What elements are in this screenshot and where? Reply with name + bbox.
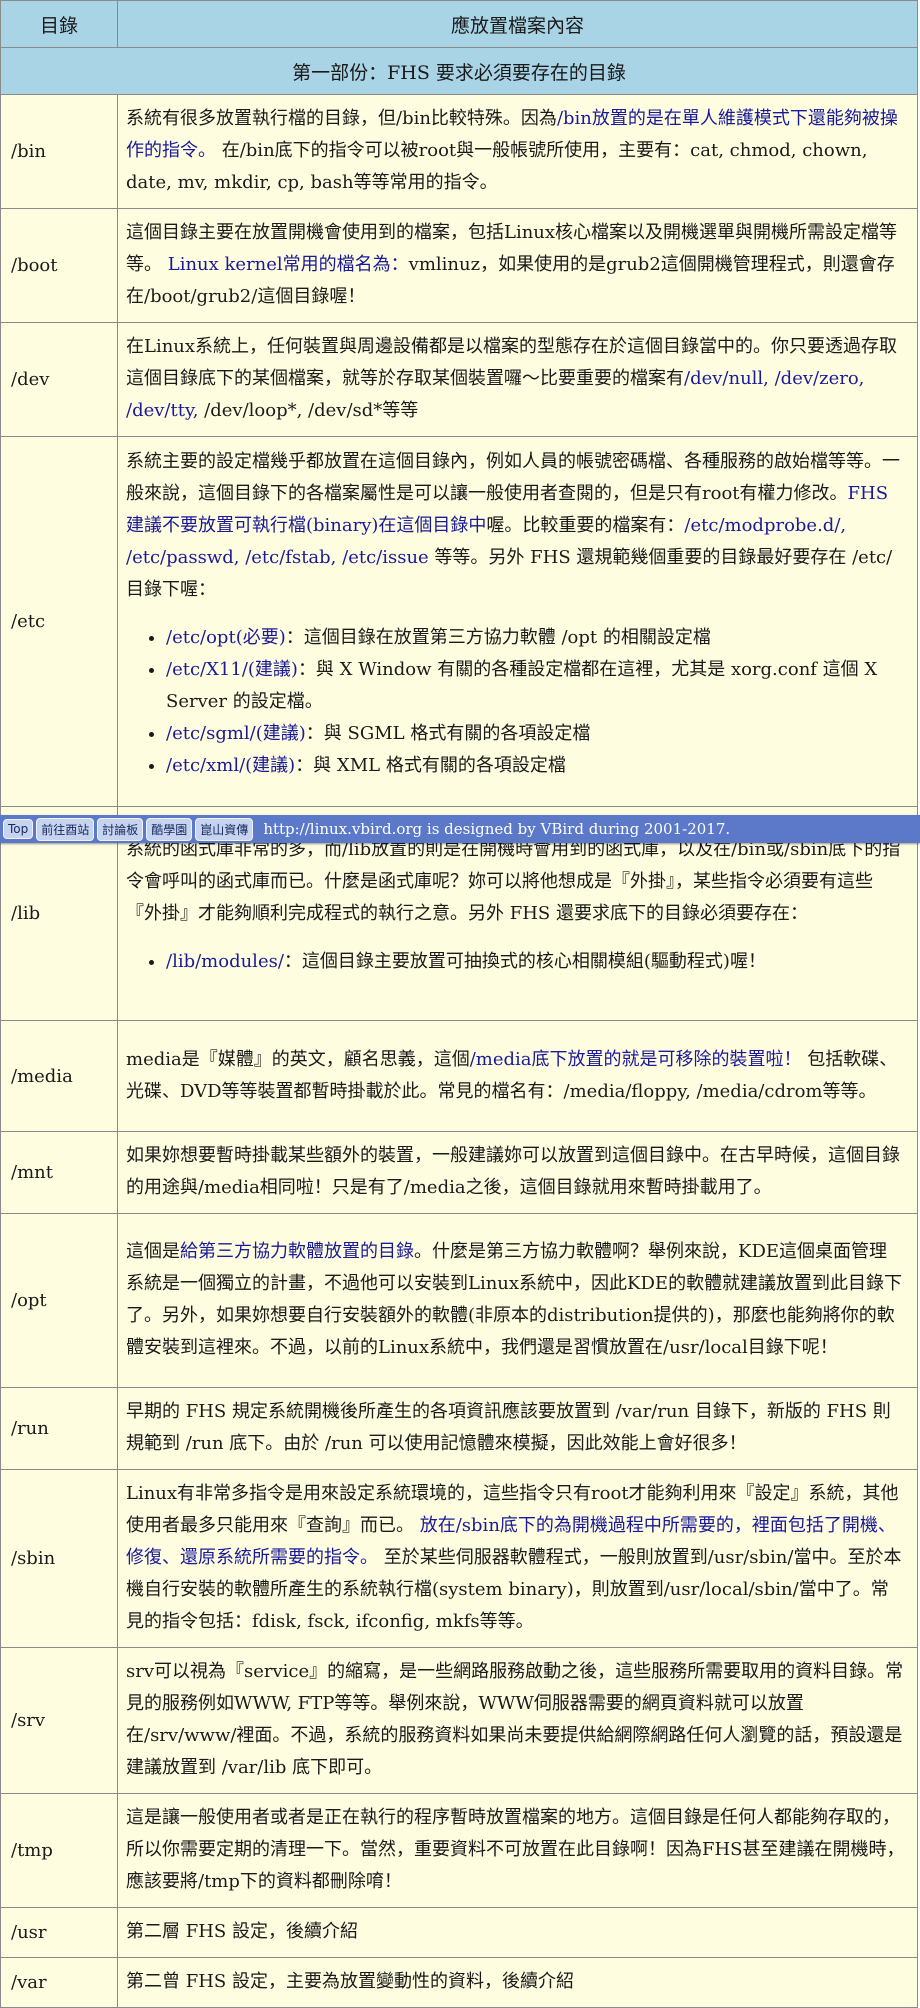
subdirectory-description: ：與 SGML 格式有關的各項設定檔 — [305, 723, 591, 744]
table-header-row: 目錄 應放置檔案內容 — [0, 0, 918, 48]
directory-description: 第二曾 FHS 設定，主要為放置變動性的資料，後續介紹 — [117, 1957, 918, 2008]
directory-name: /run — [0, 1387, 118, 1470]
description-text: 系統有很多放置執行檔的目錄，但/bin比較特殊。因為 — [126, 108, 557, 129]
directory-description: 系統主要的設定檔幾乎都放置在這個目錄內，例如人員的帳號密碼檔、各種服務的啟始檔等… — [117, 436, 918, 807]
description-text: 早期的 FHS 規定系統開機後所產生的各項資訊應該要放置到 /var/run 目… — [126, 1401, 891, 1454]
description-text: 喔。比較重要的檔案有： — [486, 515, 685, 536]
table-row: /bin 系統有很多放置執行檔的目錄，但/bin比較特殊。因為/bin放置的是在單… — [0, 94, 918, 209]
section-title-row: 第一部份：FHS 要求必須要存在的目錄 — [0, 47, 918, 95]
directory-name: /mnt — [0, 1131, 118, 1214]
directory-description: 早期的 FHS 規定系統開機後所產生的各項資訊應該要放置到 /var/run 目… — [117, 1387, 918, 1470]
directory-description: 如果妳想要暫時掛載某些額外的裝置，一般建議妳可以放置到這個目錄中。在古早時候，這… — [117, 1131, 918, 1214]
nav-button-top[interactable]: Top — [3, 819, 34, 839]
site-navbar: Top 前往酉站 討論板 酷學園 崑山資傳 http://linux.vbird… — [0, 815, 920, 843]
description-text: 這是讓一般使用者或者是正在執行的程序暫時放置檔案的地方。這個目錄是任何人都能夠存… — [126, 1807, 905, 1892]
description-paragraph: 這個是給第三方協力軟體放置的目錄。什麼是第三方協力軟體啊？舉例來說，KDE這個桌… — [126, 1236, 905, 1364]
list-item: /etc/xml/(建議)：與 XML 格式有關的各項設定檔 — [166, 750, 905, 782]
table-row: /opt 這個是給第三方協力軟體放置的目錄。什麼是第三方協力軟體啊？舉例來說，KD… — [0, 1213, 918, 1388]
directory-name: /opt — [0, 1213, 118, 1388]
description-paragraph: 第二曾 FHS 設定，主要為放置變動性的資料，後續介紹 — [126, 1966, 905, 1998]
subdirectory-path: /etc/X11/(建議) — [166, 659, 298, 680]
subdirectory-description: ：與 XML 格式有關的各項設定檔 — [295, 755, 566, 776]
directory-name: /sbin — [0, 1469, 118, 1648]
nav-button-homepage[interactable]: 前往酉站 — [36, 817, 95, 841]
directory-description: 第二層 FHS 設定，後續介紹 — [117, 1907, 918, 1958]
table-row: /tmp 這是讓一般使用者或者是正在執行的程序暫時放置檔案的地方。這個目錄是任何人… — [0, 1793, 918, 1908]
subdirectory-path: /etc/sgml/(建議) — [166, 723, 306, 744]
directory-name: /srv — [0, 1647, 118, 1794]
description-text: media是『媒體』的英文，顧名思義，這個 — [126, 1048, 470, 1070]
description-paragraph: 系統主要的設定檔幾乎都放置在這個目錄內，例如人員的帳號密碼檔、各種服務的啟始檔等… — [126, 446, 905, 606]
subdirectory-path: /etc/xml/(建議) — [166, 755, 296, 776]
directory-description: media是『媒體』的英文，顧名思義，這個/media底下放置的就是可移除的裝置… — [117, 1020, 918, 1132]
description-text: 如果妳想要暫時掛載某些額外的裝置，一般建議妳可以放置到這個目錄中。在古早時候，這… — [126, 1145, 900, 1198]
table-row: /mnt 如果妳想要暫時掛載某些額外的裝置，一般建議妳可以放置到這個目錄中。在古早… — [0, 1131, 918, 1214]
table-row: /sbin Linux有非常多指令是用來設定系統環境的，這些指令只有root才能夠… — [0, 1469, 918, 1648]
list-item: /lib/modules/：這個目錄主要放置可抽換式的核心相關模組(驅動程式)喔… — [166, 946, 905, 978]
table-row: /srv srv可以視為『service』的縮寫，是一些網路服務啟動之後，這些服務… — [0, 1647, 918, 1794]
directory-name: /etc — [0, 436, 118, 807]
column-header-directory: 目錄 — [0, 0, 118, 48]
table-row: /usr 第二層 FHS 設定，後續介紹 — [0, 1907, 918, 1958]
directory-description: 這是讓一般使用者或者是正在執行的程序暫時放置檔案的地方。這個目錄是任何人都能夠存… — [117, 1793, 918, 1908]
table-row: /run 早期的 FHS 規定系統開機後所產生的各項資訊應該要放置到 /var/r… — [0, 1387, 918, 1470]
directory-description: 系統有很多放置執行檔的目錄，但/bin比較特殊。因為/bin放置的是在單人維護模… — [117, 94, 918, 209]
nav-button-forum[interactable]: 討論板 — [97, 817, 144, 841]
directory-description: 這個目錄主要在放置開機會使用到的檔案，包括Linux核心檔案以及開機選單與開機所… — [117, 208, 918, 323]
description-text: 第二層 FHS 設定，後續介紹 — [126, 1921, 358, 1942]
list-item: /etc/X11/(建議)：與 X Window 有關的各種設定檔都在這裡，尤其… — [166, 654, 905, 718]
list-item: /etc/opt(必要)：這個目錄在放置第三方協力軟體 /opt 的相關設定檔 — [166, 622, 905, 654]
subdirectory-description: ：這個目錄主要放置可抽換式的核心相關模組(驅動程式)喔！ — [283, 951, 766, 972]
description-paragraph: 早期的 FHS 規定系統開機後所產生的各項資訊應該要放置到 /var/run 目… — [126, 1396, 905, 1460]
fhs-directory-table: 目錄 應放置檔案內容 第一部份：FHS 要求必須要存在的目錄 /bin 系統有很多… — [0, 0, 918, 2008]
description-text: srv可以視為『service』的縮寫，是一些網路服務啟動之後，這些服務所需要取… — [126, 1661, 904, 1778]
description-paragraph: 系統的函式庫非常的多，而/lib放置的則是在開機時會用到的函式庫，以及在/bin… — [126, 834, 905, 930]
description-paragraph: Linux有非常多指令是用來設定系統環境的，這些指令只有root才能夠利用來『設… — [126, 1478, 905, 1638]
description-paragraph: media是『媒體』的英文，顧名思義，這個/media底下放置的就是可移除的裝置… — [126, 1044, 905, 1108]
description-text: 系統主要的設定檔幾乎都放置在這個目錄內，例如人員的帳號密碼檔、各種服務的啟始檔等… — [126, 451, 900, 504]
table-row: /media media是『媒體』的英文，顧名思義，這個/media底下放置的就是… — [0, 1020, 918, 1132]
subdirectory-path: /lib/modules/ — [166, 951, 284, 972]
description-paragraph: 第二層 FHS 設定，後續介紹 — [126, 1916, 905, 1948]
highlighted-text: 給第三方協力軟體放置的目錄 — [180, 1241, 414, 1262]
list-item: /etc/sgml/(建議)：與 SGML 格式有關的各項設定檔 — [166, 718, 905, 750]
table-row: /dev 在Linux系統上，任何裝置與周邊設備都是以檔案的型態存在於這個目錄當中… — [0, 322, 918, 437]
directory-description: 在Linux系統上，任何裝置與周邊設備都是以檔案的型態存在於這個目錄當中的。你只… — [117, 322, 918, 437]
directory-name: /media — [0, 1020, 118, 1132]
table-row: /etc 系統主要的設定檔幾乎都放置在這個目錄內，例如人員的帳號密碼檔、各種服務的… — [0, 436, 918, 807]
description-text: 第二曾 FHS 設定，主要為放置變動性的資料，後續介紹 — [126, 1971, 574, 1992]
directory-name: /dev — [0, 322, 118, 437]
subdirectory-description: ：這個目錄在放置第三方協力軟體 /opt 的相關設定檔 — [285, 627, 711, 648]
directory-name: /bin — [0, 94, 118, 209]
subdirectory-path: /etc/opt(必要) — [166, 627, 286, 648]
subdirectory-list: /lib/modules/：這個目錄主要放置可抽換式的核心相關模組(驅動程式)喔… — [126, 946, 905, 978]
description-paragraph: srv可以視為『service』的縮寫，是一些網路服務啟動之後，這些服務所需要取… — [126, 1656, 905, 1784]
table-row: /var 第二曾 FHS 設定，主要為放置變動性的資料，後續介紹 — [0, 1957, 918, 2008]
nav-button-kshs[interactable]: 崑山資傳 — [195, 817, 254, 841]
site-credit-text: http://linux.vbird.org is designed by VB… — [263, 820, 731, 838]
highlighted-text: /media底下放置的就是可移除的裝置啦！ — [469, 1048, 802, 1070]
section-title: 第一部份：FHS 要求必須要存在的目錄 — [0, 47, 918, 95]
directory-name: /boot — [0, 208, 118, 323]
description-text: 在/bin底下的指令可以被root與一般帳號所使用，主要有：cat, chmod… — [126, 140, 868, 193]
description-text: 這個是 — [126, 1241, 180, 1262]
directory-name: /var — [0, 1957, 118, 2008]
description-paragraph: 這個目錄主要在放置開機會使用到的檔案，包括Linux核心檔案以及開機選單與開機所… — [126, 217, 905, 313]
table-row: /boot 這個目錄主要在放置開機會使用到的檔案，包括Linux核心檔案以及開機選… — [0, 208, 918, 323]
description-text: /dev/loop*, /dev/sd*等等 — [198, 400, 419, 421]
description-paragraph: 在Linux系統上，任何裝置與周邊設備都是以檔案的型態存在於這個目錄當中的。你只… — [126, 331, 905, 427]
description-paragraph: 這是讓一般使用者或者是正在執行的程序暫時放置檔案的地方。這個目錄是任何人都能夠存… — [126, 1802, 905, 1898]
directory-description: 這個是給第三方協力軟體放置的目錄。什麼是第三方協力軟體啊？舉例來說，KDE這個桌… — [117, 1213, 918, 1388]
highlighted-text: Linux kernel常用的檔名為： — [167, 254, 409, 275]
description-paragraph: 系統有很多放置執行檔的目錄，但/bin比較特殊。因為/bin放置的是在單人維護模… — [126, 103, 905, 199]
directory-description: Linux有非常多指令是用來設定系統環境的，這些指令只有root才能夠利用來『設… — [117, 1469, 918, 1648]
directory-name: /tmp — [0, 1793, 118, 1908]
nav-button-kuxueyuan[interactable]: 酷學園 — [146, 817, 193, 841]
description-paragraph: 如果妳想要暫時掛載某些額外的裝置，一般建議妳可以放置到這個目錄中。在古早時候，這… — [126, 1140, 905, 1204]
directory-description: srv可以視為『service』的縮寫，是一些網路服務啟動之後，這些服務所需要取… — [117, 1647, 918, 1794]
directory-name: /usr — [0, 1907, 118, 1958]
subdirectory-list: /etc/opt(必要)：這個目錄在放置第三方協力軟體 /opt 的相關設定檔/… — [126, 622, 905, 782]
description-text: 系統的函式庫非常的多，而/lib放置的則是在開機時會用到的函式庫，以及在/bin… — [126, 839, 901, 924]
column-header-contents: 應放置檔案內容 — [117, 0, 918, 48]
